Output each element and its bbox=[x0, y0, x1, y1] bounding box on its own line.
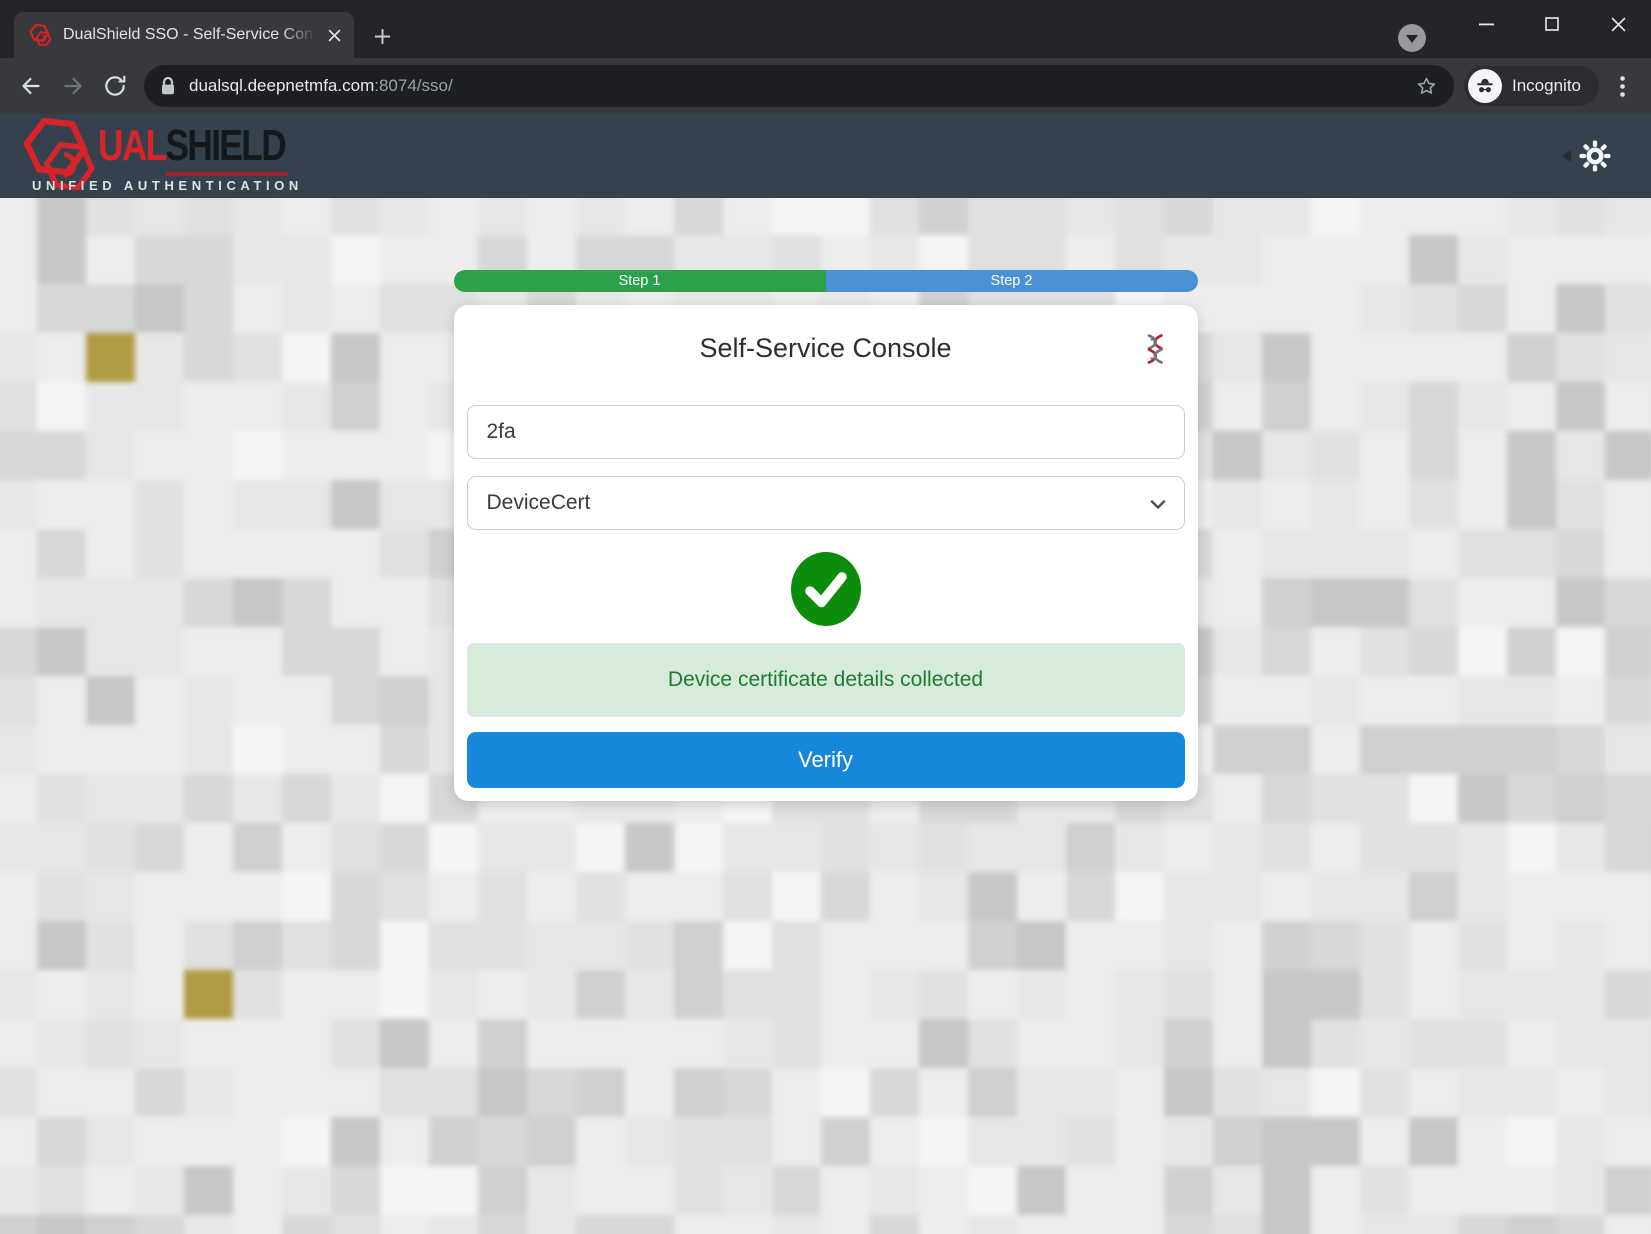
self-service-card: Self-Service Console bbox=[454, 305, 1198, 801]
incognito-label: Incognito bbox=[1512, 76, 1581, 96]
browser-toolbar: dualsql.deepnetmfa.com:8074/sso/ Incogni… bbox=[0, 58, 1651, 114]
close-window-button[interactable] bbox=[1585, 0, 1651, 48]
tab-strip: DualShield SSO - Self-Service Con bbox=[0, 0, 1651, 58]
collapse-left-triangle-icon[interactable] bbox=[1562, 149, 1571, 163]
dualshield-logo: UALSHIELD UNIFIED AUTHENTICATION bbox=[0, 114, 420, 198]
dualshield-favicon-icon bbox=[28, 24, 52, 46]
status-message: Device certificate details collected bbox=[467, 643, 1185, 717]
step-progress-bar: Step 1 Step 2 bbox=[454, 270, 1198, 292]
tab-close-icon[interactable] bbox=[322, 23, 346, 47]
site-header: UALSHIELD UNIFIED AUTHENTICATION bbox=[0, 114, 1651, 198]
authenticator-selected-value: DeviceCert bbox=[487, 491, 591, 514]
browser-menu-icon[interactable] bbox=[1603, 65, 1641, 107]
success-check-wrap bbox=[467, 550, 1185, 628]
url-text: dualsql.deepnetmfa.com:8074/sso/ bbox=[189, 76, 453, 96]
authenticator-select[interactable]: DeviceCert bbox=[467, 476, 1185, 530]
url-path: :8074/sso/ bbox=[374, 76, 452, 95]
step-2-segment: Step 2 bbox=[826, 270, 1198, 292]
identity-input[interactable] bbox=[467, 405, 1185, 459]
caret-down-icon bbox=[1406, 35, 1418, 43]
brand-tagline: UNIFIED AUTHENTICATION bbox=[32, 178, 303, 193]
bookmark-star-icon[interactable] bbox=[1415, 75, 1438, 98]
success-check-icon bbox=[789, 550, 863, 628]
incognito-icon bbox=[1468, 69, 1502, 103]
minimize-button[interactable] bbox=[1453, 0, 1519, 48]
card-title: Self-Service Console bbox=[467, 331, 1185, 365]
new-tab-button[interactable] bbox=[368, 22, 396, 50]
brand-prefix: UAL bbox=[98, 121, 166, 170]
lock-icon[interactable] bbox=[160, 76, 176, 96]
chevron-down-icon bbox=[1146, 492, 1170, 516]
brand-name: UALSHIELD bbox=[98, 124, 285, 168]
reload-button[interactable] bbox=[94, 65, 136, 107]
maximize-button[interactable] bbox=[1519, 0, 1585, 48]
tab-title: DualShield SSO - Self-Service Con bbox=[63, 26, 322, 44]
browser-tab[interactable]: DualShield SSO - Self-Service Con bbox=[14, 12, 354, 58]
back-button[interactable] bbox=[10, 65, 52, 107]
incognito-badge: Incognito bbox=[1464, 66, 1599, 106]
verify-button[interactable]: Verify bbox=[467, 732, 1185, 788]
step-1-segment: Step 1 bbox=[454, 270, 826, 292]
brand-suffix: SHIELD bbox=[166, 121, 285, 170]
browser-window: DualShield SSO - Self-Service Con bbox=[0, 0, 1651, 1234]
header-actions bbox=[1562, 114, 1611, 198]
address-bar[interactable]: dualsql.deepnetmfa.com:8074/sso/ bbox=[144, 65, 1454, 107]
dna-helix-icon bbox=[1141, 333, 1169, 365]
forward-button[interactable] bbox=[52, 65, 94, 107]
window-controls bbox=[1453, 0, 1651, 48]
settings-gear-icon[interactable] bbox=[1579, 140, 1611, 172]
self-service-wizard: Step 1 Step 2 Self-Service Console bbox=[454, 270, 1198, 801]
page-content: Step 1 Step 2 Self-Service Console bbox=[0, 198, 1651, 1234]
url-host: dualsql.deepnetmfa.com bbox=[189, 76, 374, 95]
tab-search-icon[interactable] bbox=[1398, 24, 1426, 52]
